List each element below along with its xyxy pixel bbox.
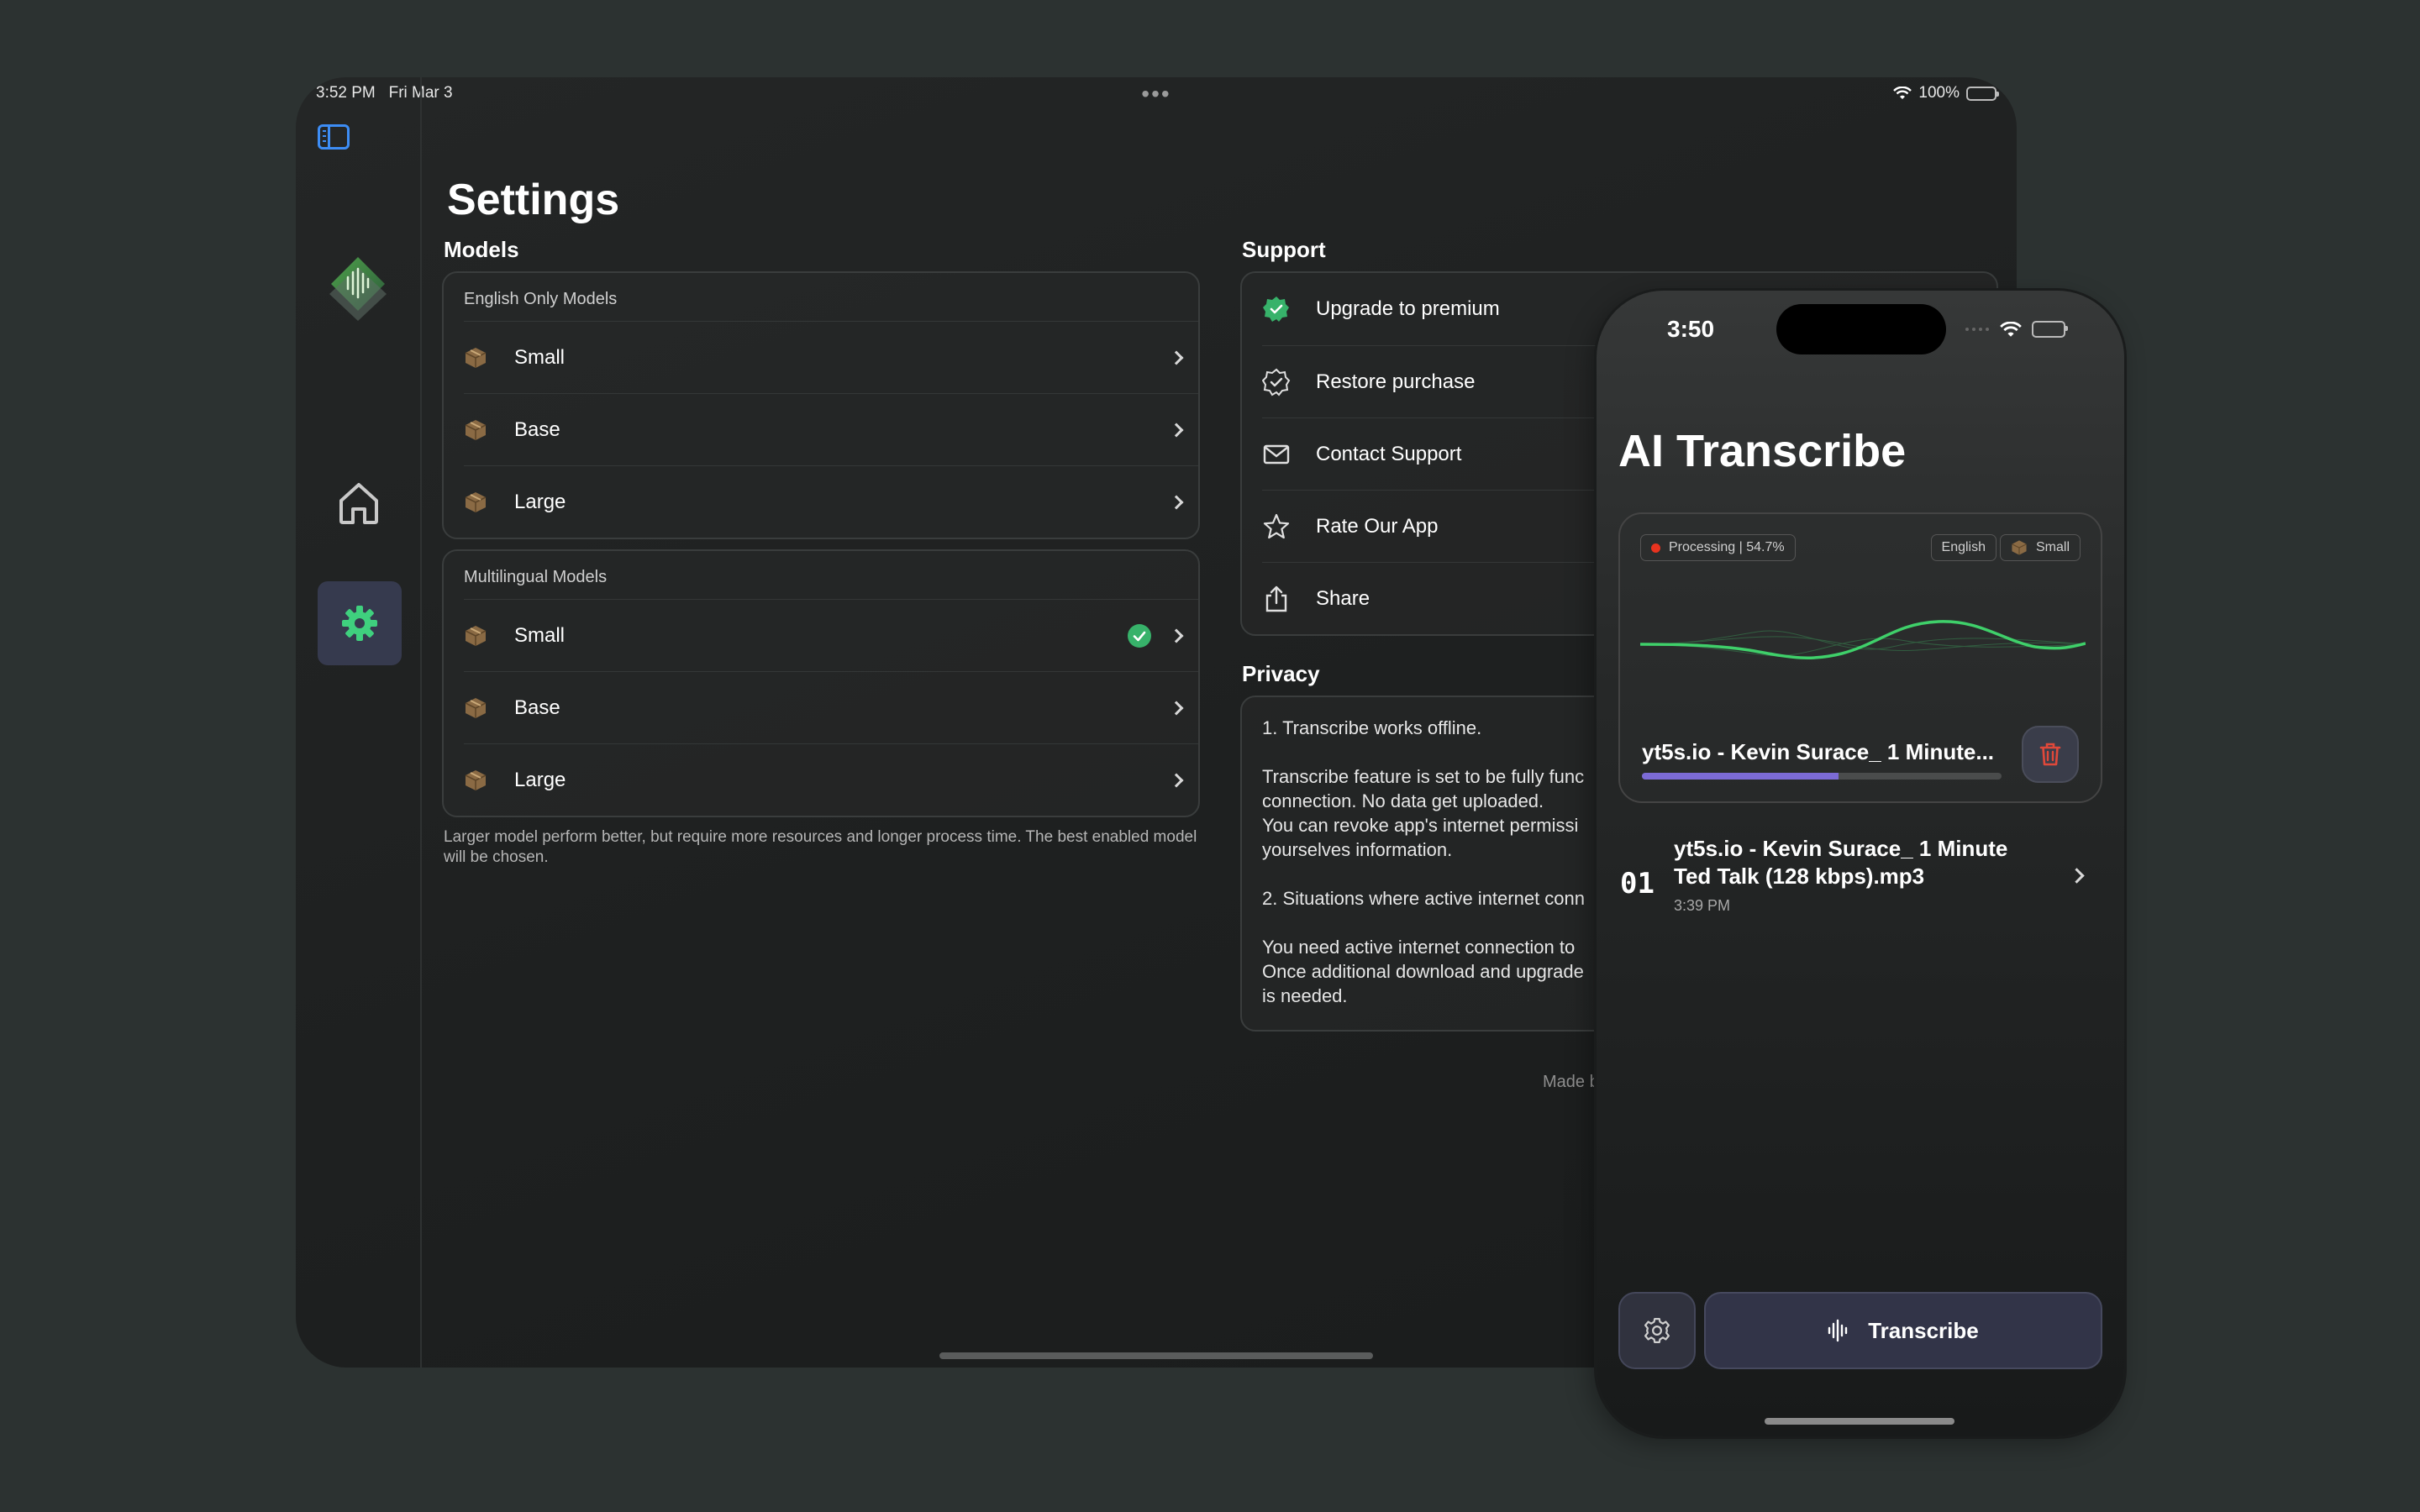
iphone-status-time: 3:50	[1667, 316, 1715, 342]
group-title: Multilingual Models	[464, 568, 608, 586]
package-icon	[465, 769, 487, 790]
waveform-visualization	[1640, 620, 2086, 659]
trash-icon	[2039, 743, 2061, 766]
model-row-english-base[interactable]: Base	[464, 393, 1198, 465]
recording-dot-icon	[1651, 543, 1660, 553]
restore-badge-icon	[1262, 368, 1291, 396]
home-icon[interactable]	[336, 480, 381, 526]
list-item-index: 01	[1620, 867, 1655, 900]
model-label: Large	[514, 768, 566, 791]
list-item-title: yt5s.io - Kevin Surace_ 1 Minute Ted Tal…	[1674, 836, 2008, 889]
support-heading: Support	[1242, 237, 1326, 262]
star-icon	[1263, 513, 1290, 538]
waveform-icon	[1828, 1319, 1848, 1342]
iphone-status-right	[1965, 321, 2068, 338]
gear-icon	[1644, 1317, 1670, 1344]
model-row-english-large[interactable]: Large	[464, 465, 1198, 538]
model-label: Small	[514, 345, 566, 369]
wifi-icon	[1893, 87, 1912, 99]
package-icon	[465, 419, 487, 440]
share-icon	[1265, 585, 1287, 612]
premium-badge-icon	[1263, 297, 1289, 322]
app-logo-icon	[329, 257, 387, 321]
wifi-icon	[2000, 321, 2022, 337]
sidebar-item-settings[interactable]	[318, 581, 402, 665]
group-title: English Only Models	[464, 290, 618, 308]
support-label: Share	[1316, 586, 1370, 610]
english-models-group: English Only Models Small Base Large	[442, 271, 1200, 539]
mail-icon	[1263, 444, 1290, 464]
model-row-multilingual-base[interactable]: Base	[464, 671, 1198, 743]
model-badge-label: Small	[2035, 540, 2070, 554]
multilingual-models-group: Multilingual Models Small Base Large	[442, 549, 1200, 817]
model-badge: Small	[1999, 534, 2081, 561]
battery-percent: 100%	[1918, 84, 1960, 102]
support-label: Restore purchase	[1316, 370, 1476, 393]
home-indicator[interactable]	[1765, 1418, 1954, 1425]
sidebar	[296, 77, 422, 1368]
models-column: Models English Only Models Small Base La…	[442, 237, 1200, 868]
package-icon	[465, 347, 487, 368]
made-by-text: Made b	[1543, 1073, 1599, 1091]
list-item[interactable]: 01 yt5s.io - Kevin Surace_ 1 Minute Ted …	[1618, 835, 2102, 919]
model-label: Base	[514, 696, 560, 719]
checkmark-circle-icon	[1128, 623, 1151, 648]
progress-fill	[1642, 773, 1839, 780]
models-footnote: Larger model perform better, but require…	[444, 828, 1197, 866]
models-heading: Models	[444, 237, 519, 262]
processing-progress-bar	[1642, 773, 2002, 780]
support-label: Contact Support	[1316, 442, 1462, 465]
delete-button[interactable]	[2022, 726, 2079, 783]
iphone-screen: 3:50 AI Transcribe Processing | 54.7% En…	[1597, 291, 2124, 1436]
sidebar-toggle-icon[interactable]	[318, 124, 350, 150]
multitasking-dots-icon[interactable]: •••	[1141, 81, 1171, 108]
ipad-status-right: 100%	[1893, 84, 1999, 102]
model-label: Large	[514, 490, 566, 513]
model-row-multilingual-small[interactable]: Small	[464, 599, 1198, 671]
gear-icon	[342, 606, 377, 641]
battery-icon	[2032, 321, 2068, 338]
signal-icon	[1965, 328, 1989, 331]
page-title: Settings	[447, 176, 620, 224]
settings-button[interactable]	[1618, 1292, 1696, 1369]
dynamic-island	[1776, 304, 1946, 354]
package-icon	[2012, 540, 2027, 555]
support-label: Upgrade to premium	[1316, 297, 1500, 320]
package-icon	[465, 491, 487, 512]
language-badge: English	[1930, 534, 1996, 561]
model-label: Base	[514, 417, 560, 441]
package-icon	[465, 697, 487, 718]
model-row-multilingual-large[interactable]: Large	[464, 743, 1198, 816]
ipad-status-bar: 3:52 PM Fri Mar 3 ••• 100%	[296, 77, 2017, 111]
chevron-right-icon	[2069, 868, 2085, 884]
package-icon	[465, 625, 487, 646]
app-title: AI Transcribe	[1618, 426, 1907, 476]
current-file-name: yt5s.io - Kevin Surace_ 1 Minute...	[1642, 739, 1995, 764]
processing-status-label: Processing | 54.7%	[1669, 540, 1785, 554]
model-label: Small	[514, 623, 566, 647]
model-row-english-small[interactable]: Small	[464, 321, 1198, 393]
list-item-time: 3:39 PM	[1674, 897, 1731, 914]
home-indicator[interactable]	[939, 1352, 1373, 1359]
battery-icon	[1966, 86, 1999, 101]
processing-card: Processing | 54.7% English Small yt5s.io…	[1618, 512, 2102, 803]
transcribe-label: Transcribe	[1868, 1317, 1979, 1343]
processing-status-badge: Processing | 54.7%	[1640, 534, 1796, 561]
transcribe-button[interactable]: Transcribe	[1704, 1292, 2102, 1369]
support-label: Rate Our App	[1316, 514, 1439, 538]
